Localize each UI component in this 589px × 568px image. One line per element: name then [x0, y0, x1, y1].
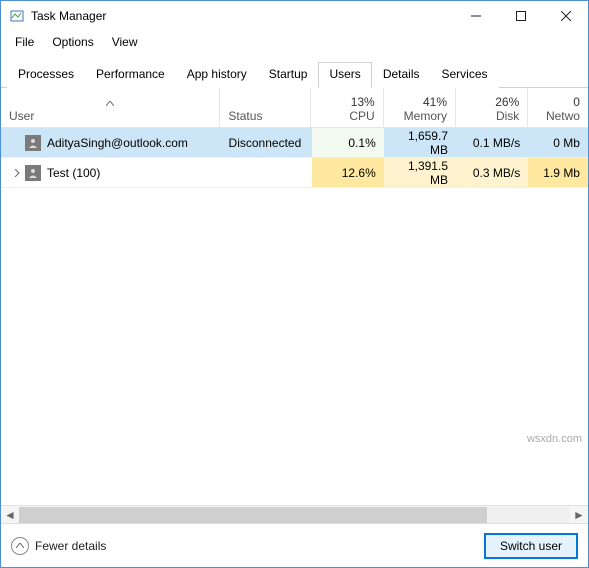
- col-memory[interactable]: 41% Memory: [384, 88, 456, 127]
- network-usage-pct: 0: [573, 95, 580, 109]
- tab-processes[interactable]: Processes: [7, 62, 85, 88]
- col-disk-label: Disk: [496, 109, 519, 123]
- col-cpu[interactable]: 13% CPU: [311, 88, 383, 127]
- tab-details[interactable]: Details: [372, 62, 431, 88]
- grid-body: AdityaSingh@outlook.com Disconnected 0.1…: [1, 128, 588, 505]
- close-button[interactable]: [543, 1, 588, 31]
- cell-cpu: 12.6%: [312, 158, 384, 187]
- switch-user-button[interactable]: Switch user: [484, 533, 578, 559]
- menu-view[interactable]: View: [104, 33, 146, 51]
- footer: Fewer details Switch user: [1, 523, 588, 567]
- col-status-label: Status: [228, 109, 302, 123]
- cell-memory: 1,659.7 MB: [384, 128, 456, 157]
- cell-network: 0 Mb: [528, 128, 588, 157]
- disk-usage-pct: 26%: [495, 95, 519, 109]
- window-title: Task Manager: [31, 9, 453, 23]
- tab-performance[interactable]: Performance: [85, 62, 176, 88]
- minimize-button[interactable]: [453, 1, 498, 31]
- cell-disk: 0.3 MB/s: [456, 158, 528, 187]
- col-network[interactable]: 0 Netwo: [528, 88, 588, 127]
- menu-options[interactable]: Options: [44, 33, 101, 51]
- col-user[interactable]: User: [1, 88, 220, 127]
- cell-user: Test (100): [1, 158, 221, 187]
- tab-users[interactable]: Users: [318, 62, 371, 88]
- tab-app-history[interactable]: App history: [176, 62, 258, 88]
- horizontal-scrollbar[interactable]: ◄ ►: [1, 505, 588, 523]
- user-name: Test (100): [47, 166, 100, 180]
- sort-indicator-icon: [9, 97, 211, 109]
- col-network-label: Netwo: [546, 109, 580, 123]
- memory-usage-pct: 41%: [423, 95, 447, 109]
- col-memory-label: Memory: [404, 109, 447, 123]
- cell-memory: 1,391.5 MB: [384, 158, 456, 187]
- col-cpu-label: CPU: [349, 109, 374, 123]
- cpu-usage-pct: 13%: [351, 95, 375, 109]
- scroll-left-icon[interactable]: ◄: [1, 508, 19, 522]
- user-icon: [25, 165, 41, 181]
- cell-user: AdityaSingh@outlook.com: [1, 128, 221, 157]
- tabstrip: Processes Performance App history Startu…: [1, 53, 588, 88]
- cell-status: [221, 158, 312, 187]
- fewer-details-button[interactable]: Fewer details: [11, 537, 106, 555]
- scroll-track[interactable]: [19, 507, 570, 523]
- cell-network: 1.9 Mb: [528, 158, 588, 187]
- expander-icon[interactable]: [9, 169, 25, 177]
- cell-status: Disconnected: [221, 128, 312, 157]
- scroll-thumb[interactable]: [19, 507, 487, 523]
- grid-header: User Status 13% CPU 41% Memory 26% Disk …: [1, 88, 588, 128]
- cell-cpu: 0.1%: [312, 128, 384, 157]
- table-row[interactable]: AdityaSingh@outlook.com Disconnected 0.1…: [1, 128, 588, 158]
- app-icon: [9, 8, 25, 24]
- fewer-details-label: Fewer details: [35, 539, 106, 553]
- user-name: AdityaSingh@outlook.com: [47, 136, 188, 150]
- tab-startup[interactable]: Startup: [258, 62, 319, 88]
- table-row[interactable]: Test (100) 12.6% 1,391.5 MB 0.3 MB/s 1.9…: [1, 158, 588, 188]
- col-status[interactable]: Status: [220, 88, 311, 127]
- cell-disk: 0.1 MB/s: [456, 128, 528, 157]
- maximize-button[interactable]: [498, 1, 543, 31]
- tab-services[interactable]: Services: [431, 62, 499, 88]
- chevron-up-icon: [11, 537, 29, 555]
- titlebar: Task Manager: [1, 1, 588, 31]
- scroll-right-icon[interactable]: ►: [570, 508, 588, 522]
- user-icon: [25, 135, 41, 151]
- menu-file[interactable]: File: [7, 33, 42, 51]
- users-grid: User Status 13% CPU 41% Memory 26% Disk …: [1, 88, 588, 523]
- menubar: File Options View: [1, 31, 588, 53]
- watermark: wsxdn.com: [527, 433, 582, 445]
- col-user-label: User: [9, 109, 211, 123]
- col-disk[interactable]: 26% Disk: [456, 88, 528, 127]
